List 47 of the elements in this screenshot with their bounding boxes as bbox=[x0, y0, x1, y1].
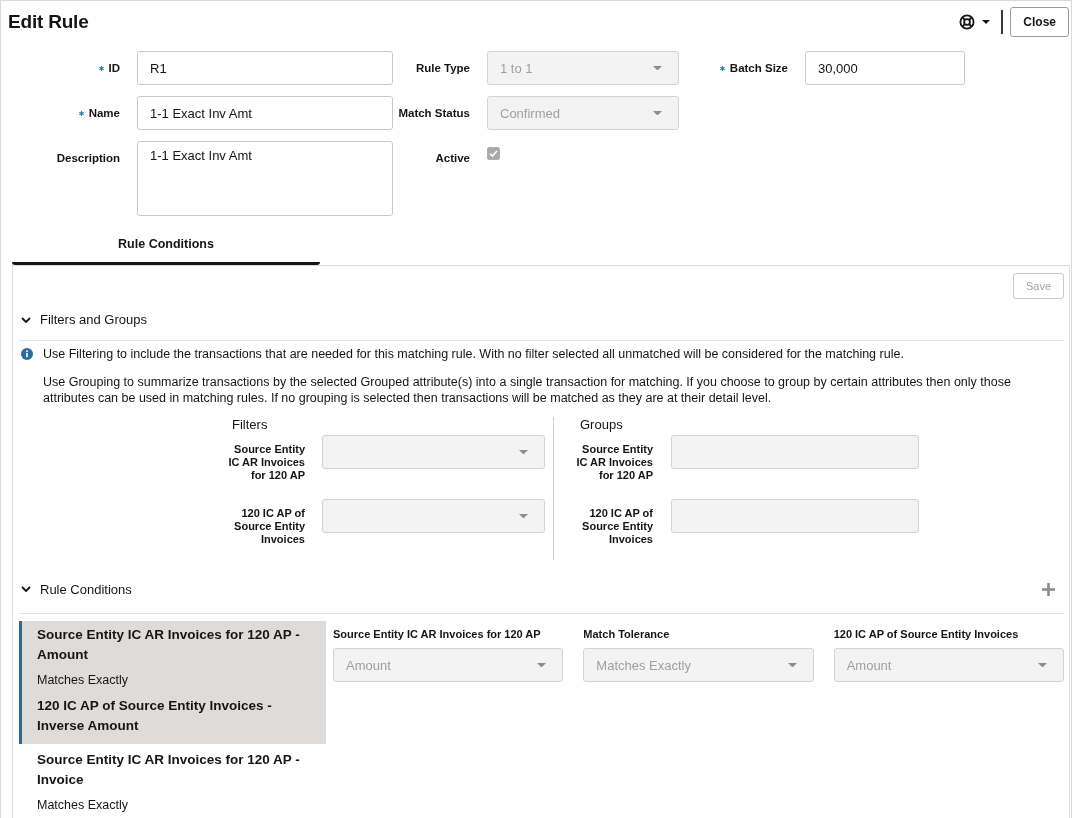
add-button[interactable] bbox=[1042, 582, 1055, 596]
field-label: Active bbox=[435, 151, 470, 166]
field-label: Batch Size bbox=[729, 61, 788, 76]
help-menu-button[interactable] bbox=[959, 14, 991, 30]
field-label: Source Entity IC AR Invoices for 120 AP bbox=[575, 442, 653, 482]
caret-icon bbox=[653, 110, 662, 116]
close-button[interactable]: Close bbox=[1010, 7, 1069, 37]
field-label: Description bbox=[56, 151, 120, 166]
field-label: Match Status bbox=[398, 106, 470, 121]
condition-attribute: 120 IC AP of Source Entity Invoices - Inverse Amount bbox=[37, 697, 273, 735]
condition-tolerance: Matches Exactly bbox=[37, 797, 129, 813]
caret-icon bbox=[653, 65, 662, 71]
caret-icon bbox=[519, 513, 528, 519]
field-label: Source Entity IC AR Invoices for 120 AP bbox=[227, 442, 305, 482]
caret-icon bbox=[1038, 662, 1047, 668]
condition-item[interactable]: Source Entity IC AR Invoices for 120 AP - Amount Matches Exactly 120 IC AP of Source Entity Invoices - Inverse Amount bbox=[19, 621, 326, 744]
text-field[interactable]: 1-1 Exact Inv Amt bbox=[137, 96, 393, 130]
caret-icon bbox=[519, 449, 528, 455]
column-title: Filters bbox=[231, 417, 269, 433]
condition-attribute: Source Entity IC AR Invoices for 120 AP - Amount bbox=[37, 626, 301, 664]
text-field[interactable]: R1 bbox=[137, 51, 393, 85]
caret-icon bbox=[787, 662, 797, 668]
field-label: 120 IC AP of Source Entity Invoices bbox=[233, 506, 305, 546]
field-label: 120 IC AP of Source Entity Invoices bbox=[833, 627, 1020, 641]
page-title: Edit Rule bbox=[8, 11, 89, 33]
caret-icon bbox=[537, 662, 547, 668]
text-area-field[interactable]: 1-1 Exact Inv Amt bbox=[137, 141, 393, 216]
field-label: 120 IC AP of Source Entity Invoices bbox=[581, 506, 653, 546]
section-toggle[interactable]: Rule Conditions bbox=[19, 581, 132, 597]
plus-icon bbox=[1042, 582, 1055, 596]
info-text: Use Grouping to summarize transactions by the selected Grouped attribute(s) into a single transaction for matching. If you choose to group by certain attributes then only those attributes can be used in matching rules. If no grouping is selected then transactions will be matched as they are at their detail level. bbox=[43, 374, 1012, 406]
field-label: Rule Type bbox=[415, 61, 470, 76]
field-label: ID bbox=[108, 61, 120, 76]
field-label: Match Tolerance bbox=[583, 627, 671, 641]
condition-attribute: Source Entity IC AR Invoices for 120 AP - Invoice bbox=[37, 751, 301, 789]
condition-item[interactable]: Source Entity IC AR Invoices for 120 AP - Invoice Matches Exactly bbox=[19, 744, 326, 813]
section-toggle[interactable]: Filters and Groups bbox=[19, 312, 147, 327]
info-text: Use Filtering to include the transactions that are needed for this matching rule. With no filter selected all unmatched will be considered for the matching rule. bbox=[43, 346, 904, 362]
field-label: Name bbox=[88, 106, 120, 121]
lifebuoy-icon bbox=[959, 14, 976, 30]
text-field[interactable]: 30,000 bbox=[805, 51, 965, 85]
caret-icon bbox=[982, 20, 991, 24]
condition-tolerance: Matches Exactly bbox=[37, 672, 129, 688]
tab[interactable]: Rule Conditions bbox=[12, 229, 320, 265]
info-icon bbox=[21, 348, 33, 360]
field-label: Source Entity IC AR Invoices for 120 AP bbox=[333, 627, 542, 641]
column-title: Groups bbox=[579, 417, 624, 433]
